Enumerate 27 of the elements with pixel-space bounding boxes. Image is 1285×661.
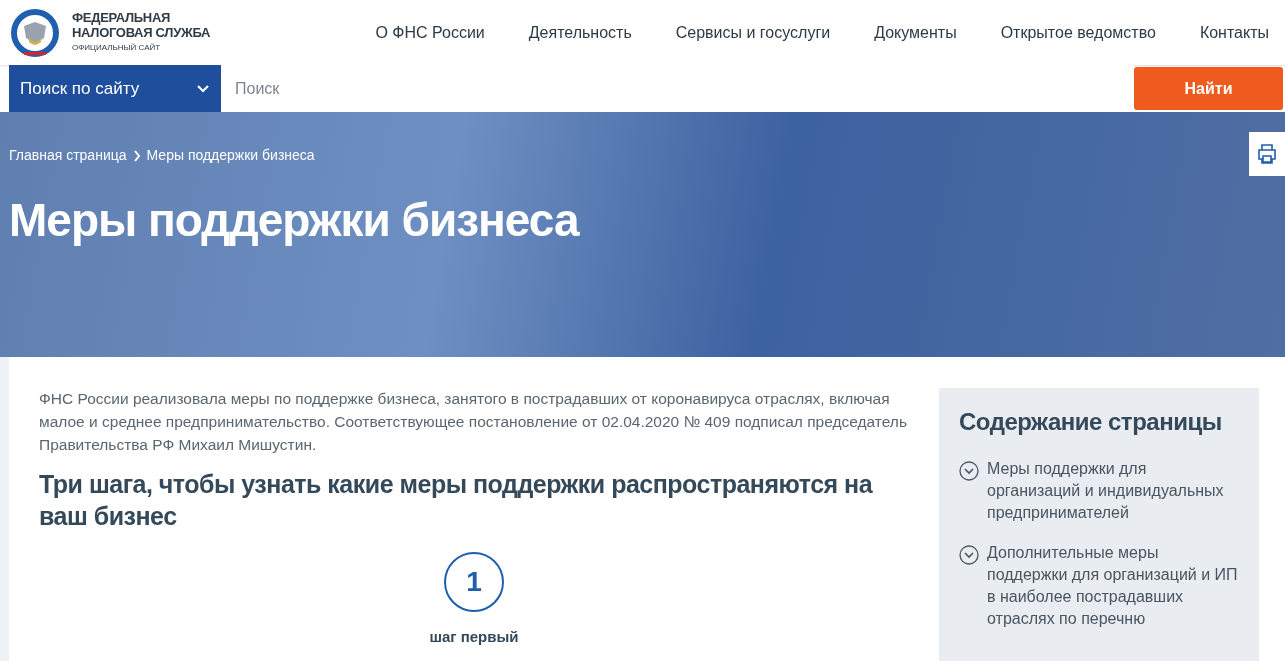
- breadcrumb-current: Меры поддержки бизнеса: [146, 146, 315, 165]
- toc-link[interactable]: Меры поддержки для организаций и индивидуальных предпринимателей: [987, 458, 1239, 524]
- printer-icon: [1256, 143, 1278, 165]
- toc-title: Содержание страницы: [959, 407, 1223, 437]
- nav-link[interactable]: Открытое ведомство: [1000, 20, 1156, 45]
- logo-subtitle: ОФИЦИАЛЬНЫЙ САЙТ: [72, 41, 162, 54]
- nav-link[interactable]: Сервисы и госуслуги: [675, 20, 831, 45]
- chevron-right-icon: [132, 149, 141, 162]
- nav-link[interactable]: О ФНС России: [375, 20, 485, 45]
- step-label: шаг первый: [429, 627, 519, 647]
- step-number: 1: [444, 552, 504, 612]
- breadcrumb-link[interactable]: Главная страница: [9, 145, 127, 166]
- steps-heading: Три шага, чтобы узнать какие меры поддержки распространяются на ваш бизнес: [39, 469, 874, 532]
- emblem-logo: [10, 7, 60, 58]
- search-scope-dropdown[interactable]: Поиск по сайту: [9, 65, 221, 112]
- chevron-circle-icon: [959, 461, 979, 481]
- print-button[interactable]: [1249, 132, 1285, 176]
- site-logo[interactable]: ФЕДЕРАЛЬНАЯ НАЛОГОВАЯ СЛУЖБА ОФИЦИАЛЬНЫЙ САЙТ: [10, 7, 232, 58]
- toc-link[interactable]: Дополнительные меры поддержки для организаций и ИП в наиболее пострадавших отраслях по перечню: [987, 542, 1239, 630]
- nav-link[interactable]: Документы: [874, 20, 957, 45]
- page-title: Меры поддержки бизнеса: [9, 193, 579, 248]
- nav-link[interactable]: Деятельность: [528, 20, 632, 45]
- chevron-down-icon: [196, 83, 210, 94]
- intro-paragraph: ФНС России реализовала меры по поддержке бизнеса, занятого в пострадавших от коронавируса отраслях, включая малое и среднее предпринимательство. Соответствующее постановление от 02.04.2020 № 409 подписал председатель Правительства РФ Михаил Мишустин.: [39, 389, 908, 455]
- chevron-circle-icon: [959, 545, 979, 565]
- logo-title: ФЕДЕРАЛЬНАЯ НАЛОГОВАЯ СЛУЖБА: [72, 9, 212, 40]
- nav-link[interactable]: Контакты: [1199, 20, 1269, 45]
